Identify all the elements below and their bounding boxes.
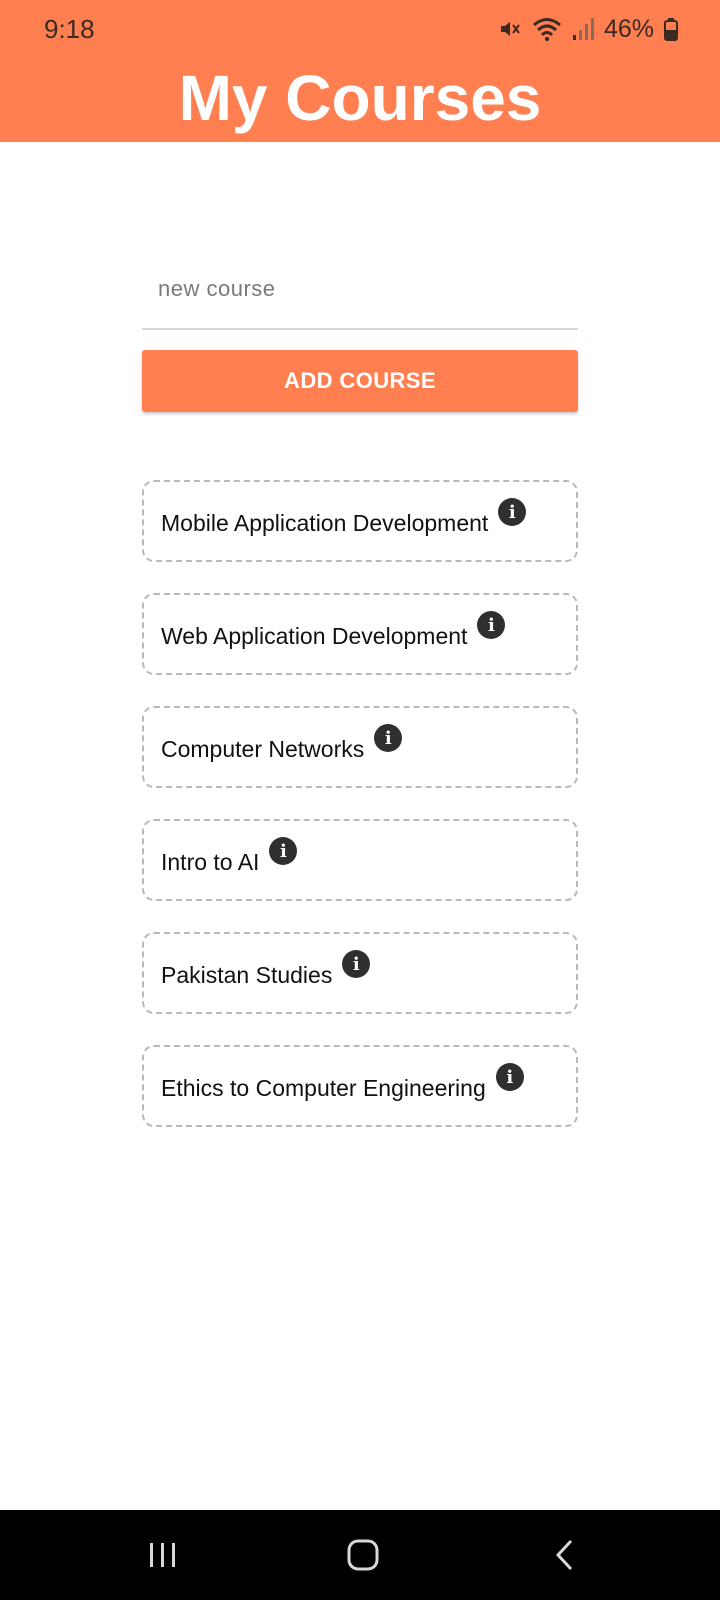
course-card[interactable]: Computer Networks i <box>142 706 578 788</box>
course-card[interactable]: Pakistan Studies i <box>142 932 578 1014</box>
info-icon[interactable]: i <box>342 950 371 978</box>
navigation-bar <box>0 1510 720 1600</box>
new-course-input[interactable] <box>142 248 578 330</box>
course-card[interactable]: Web Application Development i <box>142 593 578 675</box>
add-course-button[interactable]: ADD COURSE <box>142 350 578 412</box>
info-icon[interactable]: i <box>374 724 403 752</box>
course-name: Web Application Development <box>161 622 468 649</box>
recents-button[interactable] <box>103 1510 223 1600</box>
status-icons: 46% <box>498 14 678 44</box>
screen: 9:18 46% My Courses new course ADD COURS… <box>0 0 720 1600</box>
battery-percentage: 46% <box>603 14 654 43</box>
status-time: 9:18 <box>44 14 95 44</box>
app-header: 9:18 46% My Courses <box>0 0 720 142</box>
course-name: Ethics to Computer Engineering <box>161 1074 486 1101</box>
course-name: Intro to AI <box>161 848 260 875</box>
signal-icon <box>572 17 594 41</box>
recents-icon <box>150 1543 175 1567</box>
course-list: Mobile Application Development i Web App… <box>142 480 578 1158</box>
home-button[interactable] <box>303 1510 423 1600</box>
course-card[interactable]: Mobile Application Development i <box>142 480 578 562</box>
page-title: My Courses <box>178 62 542 134</box>
course-name: Mobile Application Development <box>161 509 489 536</box>
mute-icon <box>498 17 522 41</box>
course-card[interactable]: Ethics to Computer Engineering i <box>142 1045 578 1127</box>
wifi-icon <box>532 16 562 42</box>
info-icon[interactable]: i <box>495 1063 524 1091</box>
info-icon[interactable]: i <box>477 611 506 639</box>
course-name: Pakistan Studies <box>161 961 333 988</box>
info-icon[interactable]: i <box>269 837 298 865</box>
battery-icon <box>664 17 678 41</box>
back-button[interactable] <box>505 1510 625 1600</box>
status-bar: 9:18 46% <box>0 0 720 60</box>
back-icon <box>555 1539 573 1571</box>
course-card[interactable]: Intro to AI i <box>142 819 578 901</box>
course-name: Computer Networks <box>161 735 365 762</box>
info-icon[interactable]: i <box>498 498 527 526</box>
home-icon <box>347 1539 379 1571</box>
